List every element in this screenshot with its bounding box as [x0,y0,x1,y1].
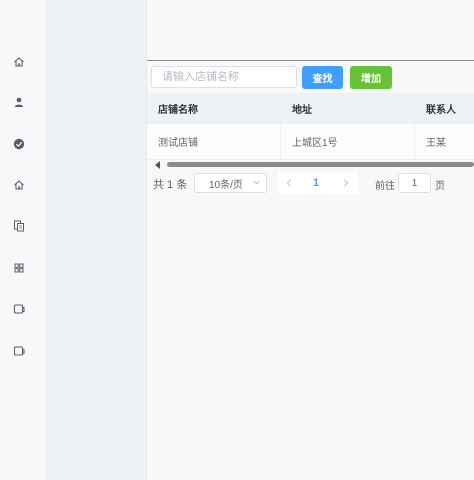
submenu-panel [47,0,147,480]
column-header-shop-name[interactable]: 店铺名称 [147,93,281,123]
cell-address: 上城区1号 [281,124,415,159]
check-circle-icon[interactable] [13,138,25,150]
goto-page-input[interactable] [398,173,431,193]
header-divider [147,60,474,61]
scroll-left-arrow-icon[interactable] [155,161,160,169]
scrollbar-thumb[interactable] [167,162,474,167]
horizontal-scrollbar[interactable] [147,160,474,169]
goto-label: 前往 [375,181,395,192]
goto-suffix: 页 [435,181,445,192]
search-button[interactable]: 查找 [302,66,343,89]
page-size-select[interactable]: 10条/页 [194,173,267,193]
chevron-left-icon [286,179,291,187]
shop-table: 店铺名称 地址 联系人 测试店铺 上城区1号 王某 [147,93,474,160]
home-icon[interactable] [13,56,25,68]
column-header-address[interactable]: 地址 [281,93,415,123]
column-header-contact[interactable]: 联系人 [415,93,474,123]
table-row[interactable]: 测试店铺 上城区1号 王某 [147,124,474,160]
tablet-icon[interactable] [13,303,25,315]
cell-shop-name: 测试店铺 [147,124,281,159]
page-size-value: 10条/页 [209,179,243,191]
document-copy-icon[interactable] [13,220,25,232]
prev-page-button[interactable] [282,175,296,191]
chevron-right-icon [344,179,349,187]
search-input[interactable] [151,66,297,88]
current-page[interactable]: 1 [313,177,319,189]
add-button[interactable]: 增加 [350,66,392,89]
grid-icon[interactable] [13,262,25,274]
home-icon[interactable] [13,179,25,191]
cell-contact: 王某 [426,138,446,149]
pagination-total: 共 1 条 [153,179,188,191]
table-header: 店铺名称 地址 联系人 [147,93,474,124]
user-icon[interactable] [13,96,25,108]
tablet-icon[interactable] [13,345,25,357]
chevron-down-icon [253,180,260,185]
icon-sidebar [0,0,47,480]
next-page-button[interactable] [339,175,353,191]
main-content: 查找 增加 店铺名称 地址 联系人 测试店铺 上城区1号 王某 共 1 条 10… [147,0,474,480]
